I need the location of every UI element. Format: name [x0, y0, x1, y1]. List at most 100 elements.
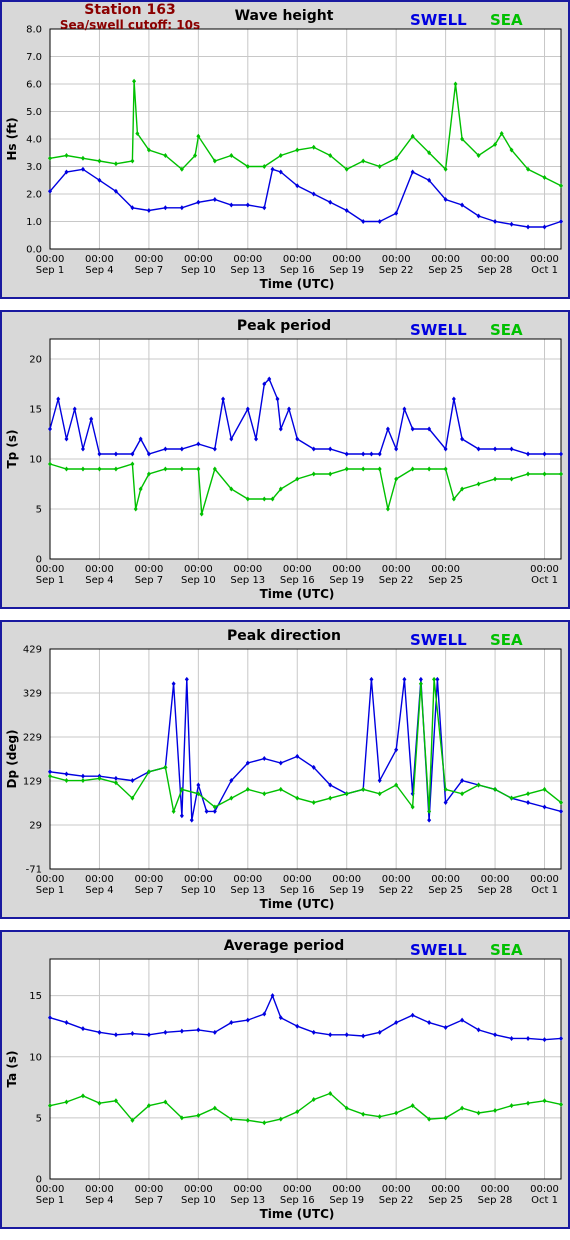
- x-tick-date: Sep 10: [181, 575, 216, 586]
- legend-swell: SWELL: [410, 631, 467, 649]
- chart-panel-2: 0510152000:00Sep 100:00Sep 400:00Sep 700…: [0, 310, 570, 609]
- x-tick-date: Sep 16: [280, 575, 315, 586]
- x-tick-time: 00:00: [85, 564, 114, 575]
- x-tick-date: Oct 1: [531, 885, 558, 896]
- x-tick-date: Sep 16: [280, 1195, 315, 1206]
- x-tick-time: 00:00: [530, 874, 559, 885]
- y-tick-label: 5: [36, 505, 42, 516]
- x-tick-date: Sep 22: [379, 265, 414, 276]
- x-tick-date: Sep 7: [135, 885, 163, 896]
- x-tick-time: 00:00: [431, 874, 460, 885]
- x-tick-time: 00:00: [85, 874, 114, 885]
- x-tick-date: Sep 13: [230, 885, 265, 896]
- chart-panel-3: -712912922932942900:00Sep 100:00Sep 400:…: [0, 620, 570, 919]
- legend-sea: SEA: [490, 11, 523, 29]
- x-tick-date: Sep 4: [85, 1195, 113, 1206]
- x-tick-time: 00:00: [85, 254, 114, 265]
- x-tick-date: Sep 28: [478, 265, 513, 276]
- x-tick-date: Sep 7: [135, 575, 163, 586]
- cutoff-subtitle: Sea/swell cutoff: 10s: [60, 18, 200, 32]
- x-tick-time: 00:00: [36, 254, 65, 265]
- x-tick-time: 00:00: [184, 874, 213, 885]
- charts-canvas: 0.01.02.03.04.05.06.07.08.000:00Sep 100:…: [0, 0, 570, 1229]
- x-tick-time: 00:00: [332, 254, 361, 265]
- y-tick-label: 2.0: [26, 190, 42, 201]
- x-tick-time: 00:00: [382, 874, 411, 885]
- chart-title: Average period: [224, 938, 345, 954]
- x-tick-time: 00:00: [283, 254, 312, 265]
- chart-title: Peak direction: [227, 628, 341, 644]
- x-tick-time: 00:00: [332, 874, 361, 885]
- x-tick-time: 00:00: [431, 254, 460, 265]
- x-tick-time: 00:00: [481, 254, 510, 265]
- x-axis-label: Time (UTC): [260, 1207, 335, 1221]
- x-tick-date: Sep 13: [230, 1195, 265, 1206]
- x-tick-time: 00:00: [481, 874, 510, 885]
- legend-sea: SEA: [490, 631, 523, 649]
- x-tick-date: Sep 22: [379, 885, 414, 896]
- x-tick-time: 00:00: [530, 1184, 559, 1195]
- x-tick-date: Sep 10: [181, 1195, 216, 1206]
- x-tick-time: 00:00: [184, 564, 213, 575]
- x-tick-date: Sep 1: [36, 575, 64, 586]
- x-tick-time: 00:00: [233, 564, 262, 575]
- chart-panel-4: 05101500:00Sep 100:00Sep 400:00Sep 700:0…: [0, 930, 570, 1229]
- y-axis-label: Tp (s): [5, 429, 19, 468]
- x-tick-date: Sep 13: [230, 575, 265, 586]
- legend-swell: SWELL: [410, 941, 467, 959]
- x-tick-date: Sep 1: [36, 265, 64, 276]
- chart-panel-1: 0.01.02.03.04.05.06.07.08.000:00Sep 100:…: [0, 0, 570, 299]
- x-tick-time: 00:00: [382, 254, 411, 265]
- x-tick-date: Sep 1: [36, 885, 64, 896]
- x-tick-date: Sep 25: [428, 575, 463, 586]
- x-axis-label: Time (UTC): [260, 587, 335, 601]
- y-tick-label: 229: [23, 733, 42, 744]
- y-tick-label: 3.0: [26, 162, 42, 173]
- y-tick-label: 329: [23, 689, 42, 700]
- y-axis-label: Hs (ft): [5, 117, 19, 160]
- x-tick-date: Sep 7: [135, 265, 163, 276]
- y-tick-label: 5: [36, 1113, 42, 1124]
- y-tick-label: 4.0: [26, 135, 42, 146]
- wave-data-charts: 0.0 1.0 2.0 3.0 4.0 5.0 6.0 7.0 8.0 00:00 Sep 1 00:…: [0, 0, 570, 1240]
- y-tick-label: 7.0: [26, 52, 42, 63]
- x-tick-time: 00:00: [332, 564, 361, 575]
- x-tick-time: 00:00: [283, 564, 312, 575]
- legend-swell: SWELL: [410, 11, 467, 29]
- y-axis-label: Ta (s): [5, 1050, 19, 1087]
- x-tick-date: Sep 19: [329, 265, 364, 276]
- x-tick-time: 00:00: [36, 874, 65, 885]
- chart-title: Wave height: [235, 8, 334, 24]
- legend-sea: SEA: [490, 321, 523, 339]
- y-axis-label: Dp (deg): [5, 729, 19, 788]
- x-tick-time: 00:00: [481, 1184, 510, 1195]
- plot-area: [50, 649, 561, 869]
- x-tick-time: 00:00: [134, 564, 163, 575]
- x-tick-time: 00:00: [382, 1184, 411, 1195]
- y-tick-label: 10: [29, 455, 42, 466]
- x-tick-time: 00:00: [134, 254, 163, 265]
- x-tick-date: Sep 28: [478, 885, 513, 896]
- x-tick-time: 00:00: [283, 1184, 312, 1195]
- x-tick-time: 00:00: [382, 564, 411, 575]
- y-tick-label: 15: [29, 405, 42, 416]
- x-tick-date: Sep 4: [85, 575, 113, 586]
- x-tick-date: Sep 7: [135, 1195, 163, 1206]
- x-tick-time: 00:00: [85, 1184, 114, 1195]
- x-tick-date: Oct 1: [531, 575, 558, 586]
- y-tick-label: 1.0: [26, 217, 42, 228]
- x-tick-date: Sep 1: [36, 1195, 64, 1206]
- x-tick-date: Sep 13: [230, 265, 265, 276]
- x-tick-date: Sep 25: [428, 265, 463, 276]
- x-tick-time: 00:00: [233, 1184, 262, 1195]
- x-tick-time: 00:00: [283, 874, 312, 885]
- x-tick-date: Sep 4: [85, 265, 113, 276]
- x-axis-label: Time (UTC): [260, 277, 335, 291]
- y-tick-label: 129: [23, 777, 42, 788]
- x-tick-time: 00:00: [184, 254, 213, 265]
- y-tick-label: 8.0: [26, 25, 42, 36]
- legend-sea: SEA: [490, 941, 523, 959]
- x-tick-date: Sep 4: [85, 885, 113, 896]
- x-tick-time: 00:00: [431, 1184, 460, 1195]
- x-tick-time: 00:00: [134, 874, 163, 885]
